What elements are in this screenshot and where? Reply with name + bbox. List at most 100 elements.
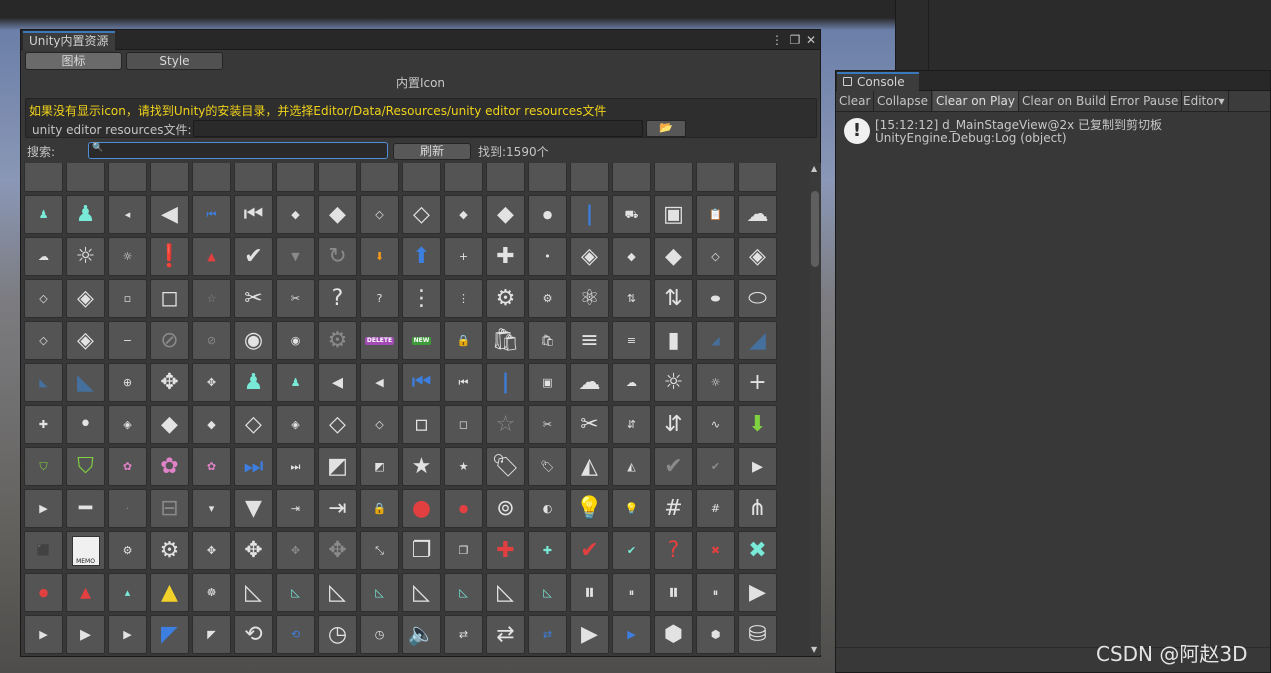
icon-cell[interactable]: + [444,237,483,276]
icon-cell[interactable] [612,163,651,192]
icon-cell[interactable]: ✿ [108,447,147,486]
icon-cell[interactable]: 🔒 [360,489,399,528]
icon-cell[interactable]: ⇥ [276,489,315,528]
icon-cell[interactable]: ★ [402,447,441,486]
icon-cell[interactable]: ✥ [318,531,357,570]
icon-cell[interactable]: ▾ [192,489,231,528]
icon-cell[interactable]: ▸ [738,447,777,486]
icon-cell[interactable]: # [654,489,693,528]
icon-cell[interactable]: 📋 [696,195,735,234]
icon-cell[interactable]: ◂ [318,363,357,402]
icon-cell[interactable] [318,163,357,192]
icon-cell[interactable]: ? [654,531,693,570]
icon-cell[interactable]: ━ [66,489,105,528]
icon-cell[interactable]: ⬇ [360,237,399,276]
icon-cell[interactable]: ▶ [570,615,609,654]
icon-cell[interactable]: ⋮ [402,279,441,318]
icon-cell[interactable]: DELETE [360,321,399,360]
icon-cell[interactable]: ▴ [108,573,147,612]
icon-cell[interactable]: ◀ [150,195,189,234]
error-pause-button[interactable]: Error Pause [1107,91,1183,111]
icon-cell[interactable]: ◭ [570,447,609,486]
icon-cell[interactable]: ▮ [654,321,693,360]
icon-cell[interactable]: ▫ [108,279,147,318]
icon-cell[interactable]: # [696,489,735,528]
icon-cell[interactable]: ◉ [276,321,315,360]
icon-cell[interactable]: ⊘ [150,321,189,360]
icon-cell[interactable]: ⬢ [696,615,735,654]
icon-cell[interactable]: ⊟ [150,489,189,528]
icon-cell[interactable]: ☸ [192,573,231,612]
icon-cell[interactable]: ◆ [192,405,231,444]
icon-cell[interactable]: • [528,237,567,276]
icon-cell[interactable]: ▼ [234,489,273,528]
icon-cell[interactable]: ✿ [150,447,189,486]
icon-cell[interactable]: 🛍 [486,321,525,360]
icon-cell[interactable]: ▶ [738,573,777,612]
icon-cell[interactable]: ◉ [234,321,273,360]
icon-cell[interactable]: ◇ [402,195,441,234]
icon-cell[interactable]: ◆ [318,195,357,234]
tab-style[interactable]: Style [126,52,223,70]
search-input[interactable] [103,143,383,158]
collapse-button[interactable]: Collapse [874,91,932,111]
icon-cell[interactable]: ◈ [66,279,105,318]
icon-cell[interactable]: ⇵ [654,405,693,444]
icon-cell[interactable]: ☁ [570,363,609,402]
icon-cell[interactable]: ⏸ [612,573,651,612]
icon-cell[interactable]: ✥ [192,363,231,402]
icon-cell[interactable]: ⏭ [276,447,315,486]
icon-cell[interactable]: ⛉ [24,447,63,486]
icon-cell[interactable]: ? [360,279,399,318]
icon-cell[interactable]: ✥ [192,531,231,570]
tab-icons[interactable]: 图标 [25,52,122,70]
icon-cell[interactable]: • [66,405,105,444]
scroll-up-icon[interactable]: ▲ [811,164,817,173]
icon-cell[interactable]: ⊘ [192,321,231,360]
icon-cell[interactable]: ◺ [444,573,483,612]
icon-cell[interactable]: ✥ [150,363,189,402]
icon-cell[interactable] [570,163,609,192]
icon-cell[interactable] [234,163,273,192]
icon-cell[interactable]: ☼ [654,363,693,402]
window-tab[interactable]: Unity内置资源 [23,31,115,50]
icon-cell[interactable]: ☼ [66,237,105,276]
icon-cell[interactable]: ▲ [150,573,189,612]
icon-cell[interactable]: ● [402,489,441,528]
icon-cell[interactable]: ◇ [696,237,735,276]
icon-cell[interactable]: ✚ [486,237,525,276]
icon-cell[interactable]: ✖ [696,531,735,570]
icon-cell[interactable]: ✥ [276,531,315,570]
icon-cell[interactable] [528,163,567,192]
icon-cell[interactable]: ◺ [528,573,567,612]
icon-cell[interactable]: ▶ [108,615,147,654]
icon-cell[interactable]: ◺ [318,573,357,612]
icon-cell[interactable]: ▣ [528,363,567,402]
icon-cell[interactable]: ▴ [66,573,105,612]
folder-browse-button[interactable]: 📂 [646,120,686,137]
icon-cell[interactable]: ♟ [66,195,105,234]
icon-cell[interactable]: ✿ [192,447,231,486]
icon-cell[interactable]: ⬇ [738,405,777,444]
icon-cell[interactable] [738,163,777,192]
icon-cell[interactable]: ♟ [234,363,273,402]
icon-cell[interactable]: ♟ [24,195,63,234]
icon-cell[interactable]: ✂ [528,405,567,444]
icon-cell[interactable]: ◺ [234,573,273,612]
icon-cell[interactable]: ▸ [66,615,105,654]
icon-cell[interactable]: − [108,321,147,360]
icon-cell[interactable] [24,163,63,192]
icon-cell[interactable]: ◻ [444,405,483,444]
icon-cell[interactable]: ⏮ [444,363,483,402]
console-tab[interactable]: Console [837,72,919,91]
refresh-button[interactable]: 刷新 [393,143,471,160]
icon-cell[interactable]: ☁ [612,363,651,402]
icon-cell[interactable]: ⚙ [108,531,147,570]
window-maximize-icon[interactable]: ❐ [787,30,803,50]
icon-cell[interactable]: ◇ [360,405,399,444]
icon-cell[interactable]: ⚙ [318,321,357,360]
icon-cell[interactable]: ✔ [612,531,651,570]
icon-cell[interactable]: 🛍 [528,321,567,360]
icon-cell[interactable] [150,163,189,192]
icon-cell[interactable]: ◐ [528,489,567,528]
